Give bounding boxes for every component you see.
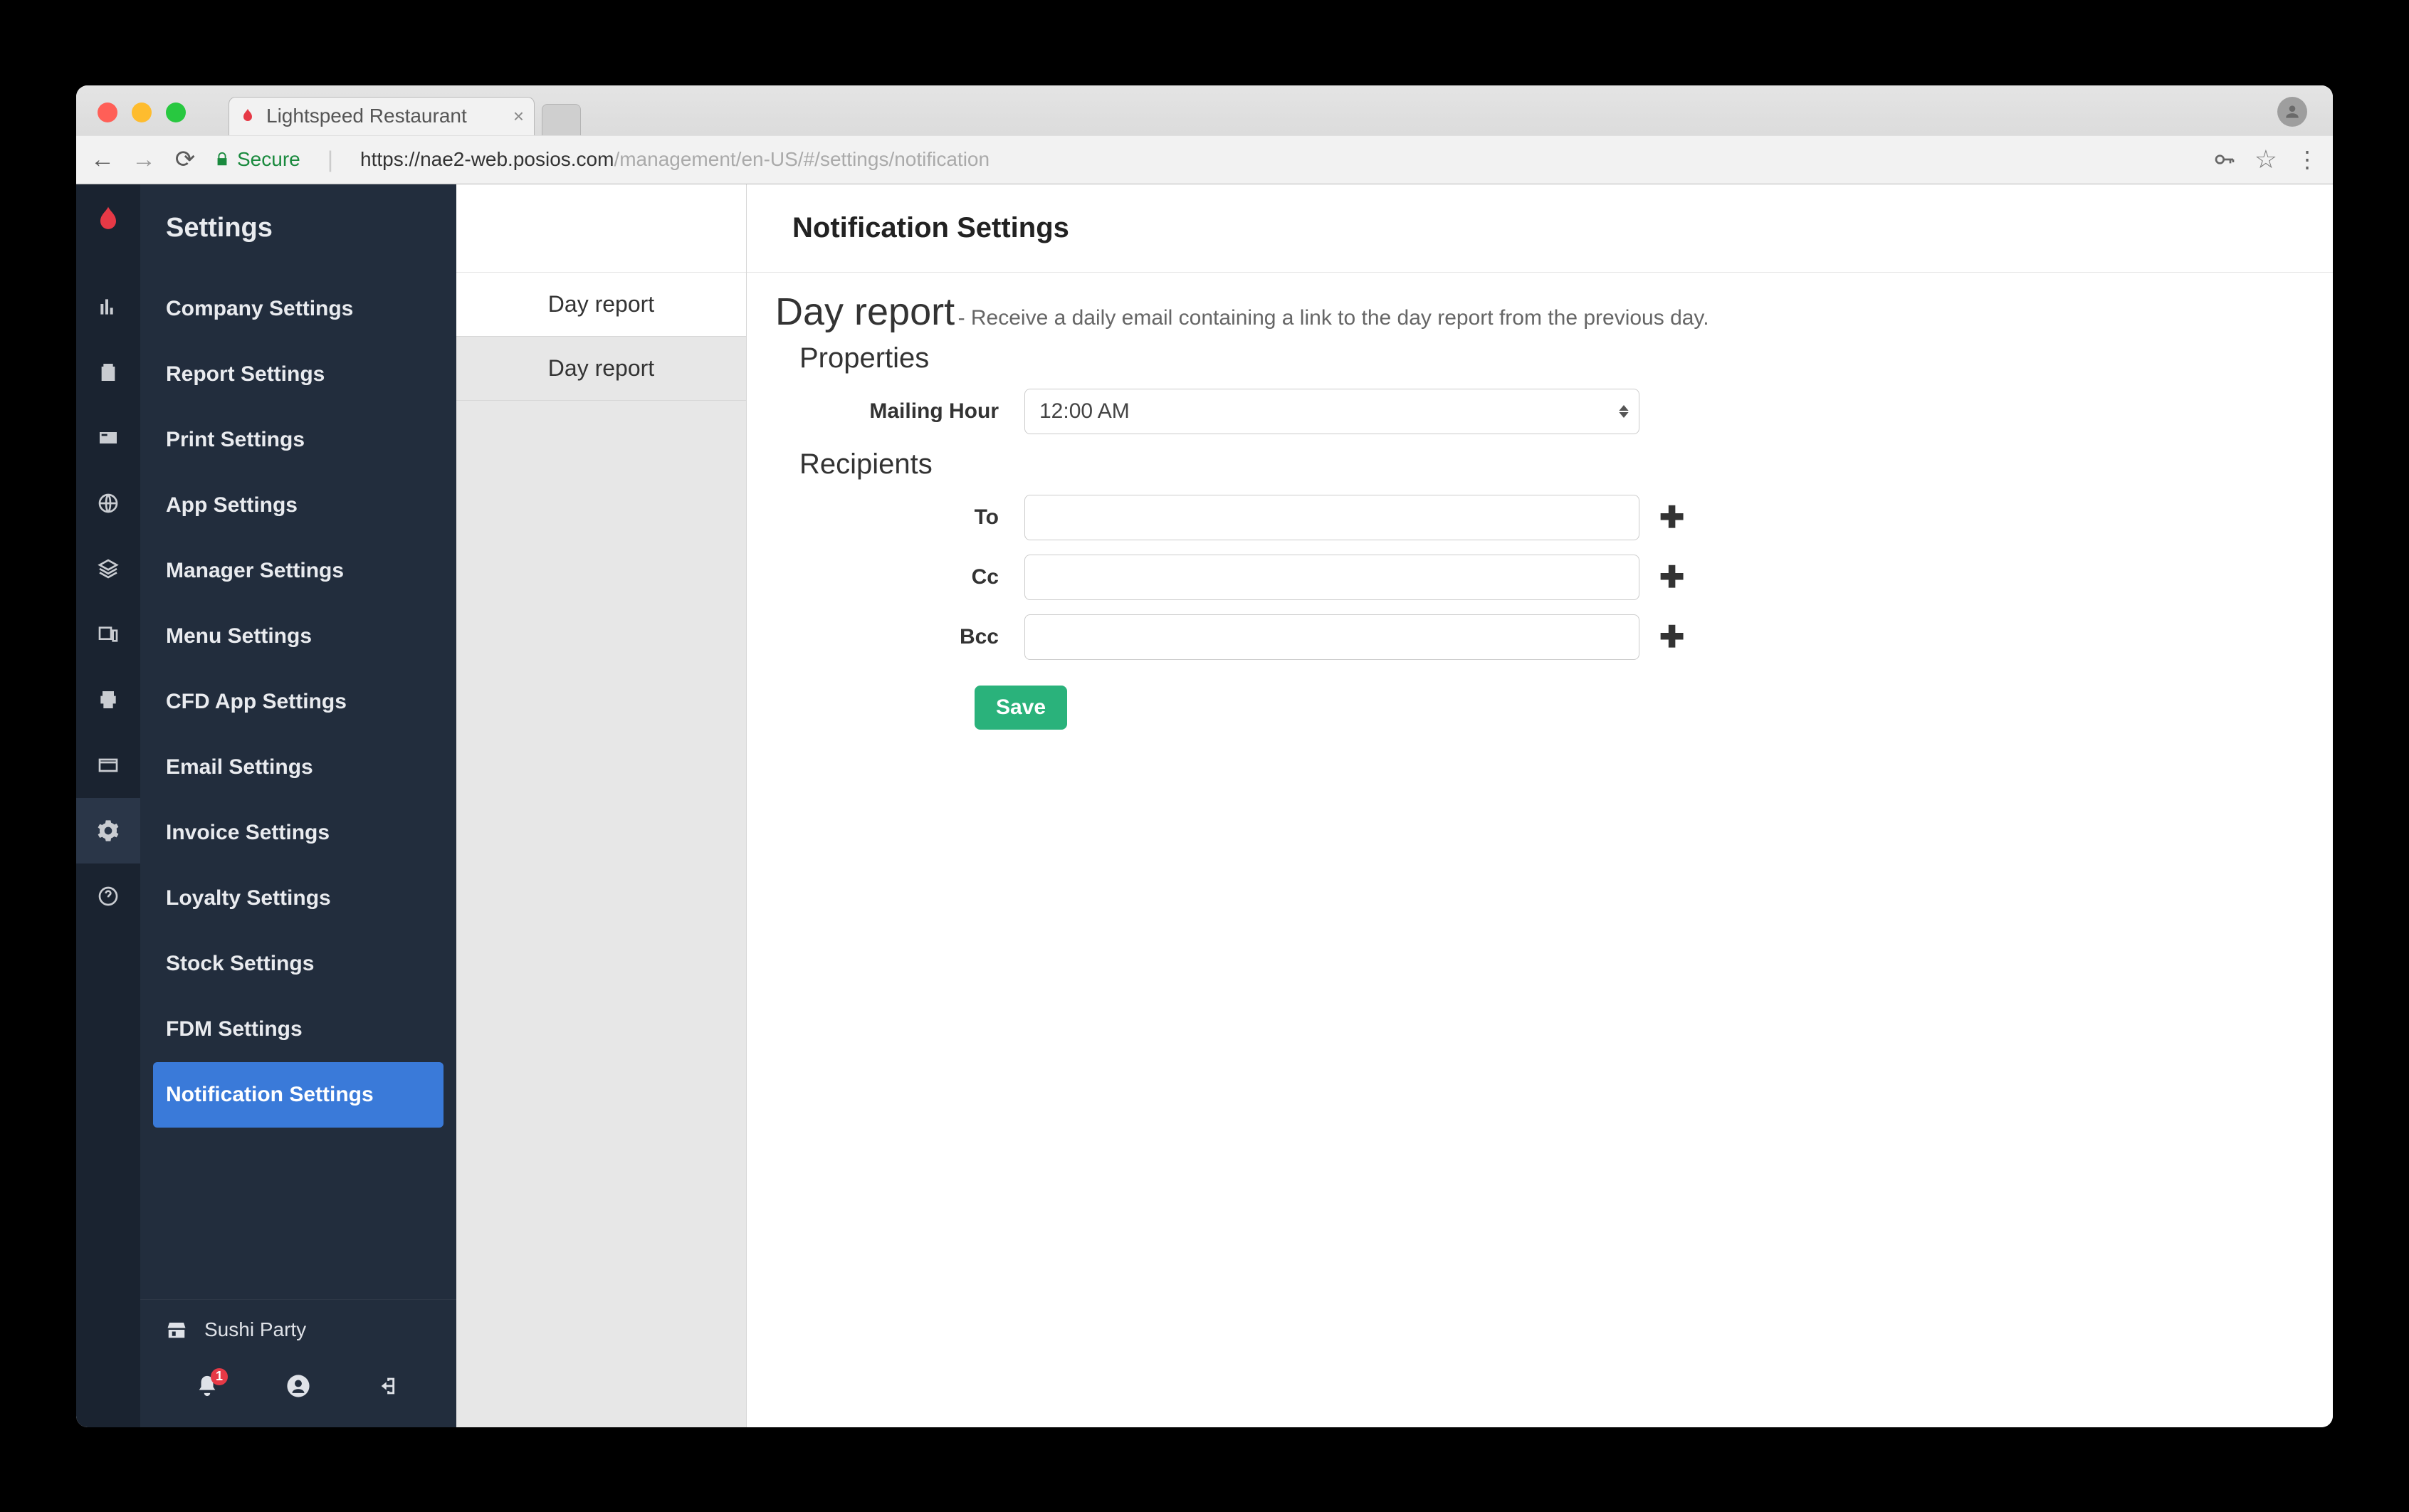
to-input[interactable] — [1024, 495, 1639, 540]
rail-wallet-icon[interactable] — [76, 733, 140, 798]
subnav-item-day-report-1[interactable]: Day report — [456, 273, 746, 337]
notifications-count-badge: 1 — [211, 1368, 228, 1385]
section-title: Day report — [775, 290, 955, 333]
minimize-window-button[interactable] — [132, 103, 152, 122]
sidebar-item-report-settings[interactable]: Report Settings — [140, 342, 456, 407]
menu-dots-icon[interactable]: ⋮ — [2296, 146, 2319, 173]
sidebar-item-print-settings[interactable]: Print Settings — [140, 407, 456, 473]
to-row: To ✚ — [775, 495, 2304, 540]
reload-button[interactable]: ⟳ — [173, 145, 197, 174]
notifications-bell-icon[interactable]: 1 — [195, 1374, 219, 1402]
sidebar-item-stock-settings[interactable]: Stock Settings — [140, 931, 456, 997]
address-bar: ← → ⟳ Secure | https://nae2-web.posios.c… — [76, 135, 2333, 184]
mailing-hour-value: 12:00 AM — [1039, 399, 1130, 424]
sidebar-bottom-icons: 1 — [140, 1360, 456, 1427]
lightspeed-logo-icon[interactable] — [93, 204, 124, 236]
sidebar-title: Settings — [140, 184, 456, 276]
rail-card-icon[interactable] — [76, 405, 140, 471]
url-display[interactable]: https://nae2-web.posios.com/management/e… — [360, 148, 990, 171]
tab-strip: Lightspeed Restaurant × — [76, 85, 2333, 135]
content-header: Notification Settings — [747, 184, 2333, 273]
account-icon[interactable] — [286, 1374, 310, 1402]
cc-label: Cc — [775, 565, 1024, 589]
store-icon — [166, 1319, 187, 1340]
sidebar-item-loyalty-settings[interactable]: Loyalty Settings — [140, 866, 456, 931]
sidebar-item-cfd-app-settings[interactable]: CFD App Settings — [140, 669, 456, 735]
sidebar-item-invoice-settings[interactable]: Invoice Settings — [140, 800, 456, 866]
content-body: Day report - Receive a daily email conta… — [747, 273, 2333, 747]
sidebar-footer: Sushi Party 1 — [140, 1299, 456, 1427]
cc-row: Cc ✚ — [775, 555, 2304, 600]
rail-globe-icon[interactable] — [76, 471, 140, 536]
subnav-panel: Day report Day report — [456, 184, 747, 1427]
mailing-hour-select[interactable]: 12:00 AM — [1024, 389, 1639, 434]
mailing-hour-label: Mailing Hour — [775, 399, 1024, 424]
save-button[interactable]: Save — [975, 686, 1067, 730]
content-panel: Notification Settings Day report - Recei… — [747, 184, 2333, 1427]
sidebar-item-fdm-settings[interactable]: FDM Settings — [140, 997, 456, 1062]
section-subtitle: - Receive a daily email containing a lin… — [958, 306, 1709, 330]
forward-button[interactable]: → — [132, 146, 156, 174]
key-icon[interactable] — [2213, 148, 2236, 171]
tab-close-icon[interactable]: × — [513, 105, 524, 127]
sidebar-item-email-settings[interactable]: Email Settings — [140, 735, 456, 800]
bookmark-star-icon[interactable]: ☆ — [2255, 145, 2277, 174]
secure-label: Secure — [237, 148, 300, 171]
browser-tab[interactable]: Lightspeed Restaurant × — [229, 97, 535, 135]
browser-chrome: Lightspeed Restaurant × ← → ⟳ Secure | h… — [76, 85, 2333, 184]
establishment-selector[interactable]: Sushi Party — [140, 1300, 456, 1360]
chevron-updown-icon — [1619, 405, 1629, 418]
flame-icon — [239, 107, 256, 125]
properties-heading: Properties — [799, 342, 2304, 374]
settings-sidebar: Settings Company Settings Report Setting… — [140, 184, 456, 1427]
logout-icon[interactable] — [377, 1374, 402, 1402]
rail-settings-icon[interactable] — [76, 798, 140, 863]
establishment-name: Sushi Party — [204, 1318, 306, 1341]
bcc-label: Bcc — [775, 625, 1024, 649]
mailing-hour-row: Mailing Hour 12:00 AM — [775, 389, 2304, 434]
close-window-button[interactable] — [98, 103, 117, 122]
tab-title: Lightspeed Restaurant — [266, 105, 467, 127]
rail-help-icon[interactable] — [76, 863, 140, 929]
sidebar-item-notification-settings[interactable]: Notification Settings — [153, 1062, 444, 1128]
profile-avatar-icon[interactable] — [2277, 97, 2307, 127]
to-label: To — [775, 505, 1024, 530]
rail-clipboard-icon[interactable] — [76, 340, 140, 405]
rail-dashboard-icon[interactable] — [76, 274, 140, 340]
sidebar-item-app-settings[interactable]: App Settings — [140, 473, 456, 538]
maximize-window-button[interactable] — [166, 103, 186, 122]
separator: | — [327, 147, 333, 173]
rail-devices-icon[interactable] — [76, 602, 140, 667]
cc-input[interactable] — [1024, 555, 1639, 600]
new-tab-button[interactable] — [542, 104, 581, 135]
app-body: Settings Company Settings Report Setting… — [76, 184, 2333, 1427]
lock-icon — [214, 152, 230, 167]
add-bcc-button[interactable]: ✚ — [1659, 619, 1684, 654]
window-controls — [98, 103, 186, 122]
sidebar-item-menu-settings[interactable]: Menu Settings — [140, 604, 456, 669]
add-to-button[interactable]: ✚ — [1659, 500, 1684, 535]
sidebar-item-company-settings[interactable]: Company Settings — [140, 276, 456, 342]
rail-printer-icon[interactable] — [76, 667, 140, 733]
subnav-item-day-report-2[interactable]: Day report — [456, 337, 746, 401]
recipients-heading: Recipients — [799, 448, 2304, 481]
rail-layers-icon[interactable] — [76, 536, 140, 602]
back-button[interactable]: ← — [90, 146, 115, 174]
bcc-input[interactable] — [1024, 614, 1639, 660]
add-cc-button[interactable]: ✚ — [1659, 560, 1684, 594]
sidebar-item-manager-settings[interactable]: Manager Settings — [140, 538, 456, 604]
security-indicator[interactable]: Secure — [214, 148, 300, 171]
icon-rail — [76, 184, 140, 1427]
browser-window: Lightspeed Restaurant × ← → ⟳ Secure | h… — [76, 85, 2333, 1427]
bcc-row: Bcc ✚ — [775, 614, 2304, 660]
